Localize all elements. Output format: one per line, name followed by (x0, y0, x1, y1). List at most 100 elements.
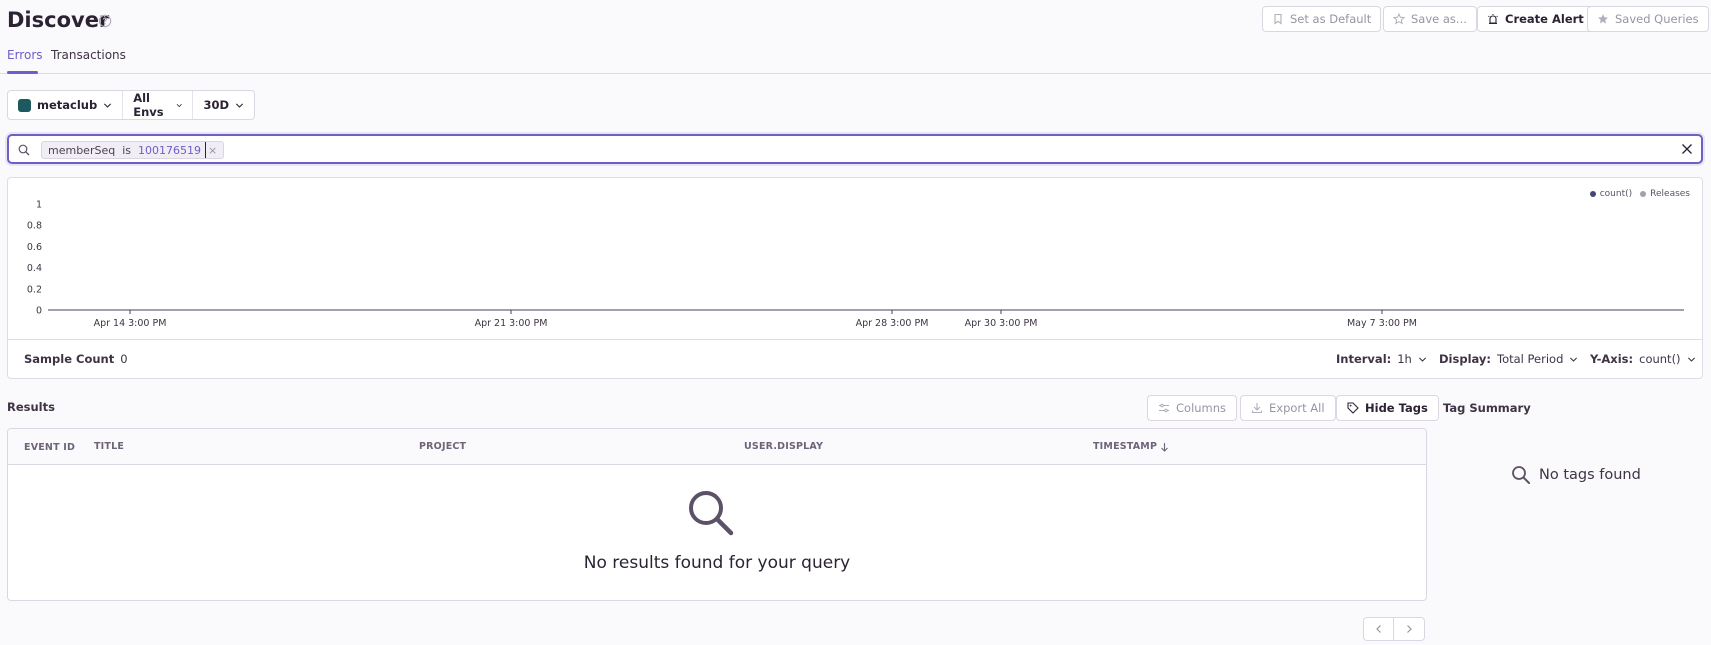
hide-tags-label: Hide Tags (1365, 401, 1428, 415)
x-tick-label: May 7 3:00 PM (1347, 318, 1417, 329)
create-alert-label: Create Alert (1505, 12, 1584, 26)
legend-dot (1640, 191, 1647, 197)
x-tick-label: Apr 21 3:00 PM (475, 318, 548, 329)
search-empty-icon (689, 491, 734, 536)
star-filled-icon (1598, 14, 1608, 24)
columns-button[interactable]: Columns (1147, 395, 1238, 421)
no-tags-message: No tags found (1511, 465, 1641, 485)
y-tick-label: 1 (36, 200, 42, 211)
legend-dot (1589, 191, 1596, 197)
project-selector[interactable]: metaclub (8, 91, 124, 119)
table-header: EVENT ID TITLE PROJECT USER.DISPLAY TIME… (8, 429, 1426, 465)
y-tick-label: 0 (36, 306, 42, 317)
sample-count-label: Sample Count (24, 352, 115, 366)
period-selector[interactable]: 30D (193, 91, 254, 119)
sample-count: Sample Count 0 (24, 352, 128, 366)
sample-count-value: 0 (120, 352, 128, 366)
token-operator[interactable]: is (122, 144, 131, 157)
chevron-left-icon (1375, 625, 1381, 633)
chevron-down-icon (1418, 356, 1426, 362)
environment-name: All Envs (133, 91, 164, 119)
sliders-icon (1159, 403, 1169, 413)
no-tags-label: No tags found (1539, 467, 1641, 483)
search-icon (18, 144, 30, 156)
x-tick-label: Apr 30 3:00 PM (965, 318, 1038, 329)
legend-label: count() (1599, 189, 1633, 199)
token-value[interactable]: 100176519 (138, 144, 201, 157)
legend-label: Releases (1650, 189, 1690, 199)
saved-queries-button[interactable]: Saved Queries (1587, 6, 1709, 32)
export-all-label: Export All (1269, 401, 1325, 415)
save-as-label: Save as... (1411, 12, 1467, 26)
export-all-button[interactable]: Export All (1240, 395, 1336, 421)
yaxis-value: count() (1639, 352, 1681, 366)
chevron-down-icon (1687, 356, 1695, 362)
column-header-project[interactable]: PROJECT (419, 441, 466, 452)
token-remove-icon[interactable]: × (208, 144, 217, 157)
display-selector[interactable]: Display: Total Period (1439, 352, 1578, 366)
siren-icon (1488, 14, 1498, 25)
save-as-button[interactable]: Save as... (1383, 6, 1477, 32)
chevron-down-icon (176, 103, 182, 107)
events-chart: 1 0.8 0.6 0.4 0.2 0 Apr 14 3:00 PM Apr 21 3:00 … (27, 200, 1684, 329)
interval-value: 1h (1397, 352, 1412, 366)
chart-footer: Sample Count 0 Interval: 1h Display: Tota… (8, 339, 1702, 379)
chart-panel: 1 0.8 0.6 0.4 0.2 0 Apr 14 3:00 PM Apr 21 3:00 … (7, 177, 1703, 379)
column-header-user-display[interactable]: USER.DISPLAY (744, 441, 823, 452)
bookmark-icon (1274, 13, 1282, 25)
next-page-button[interactable] (1394, 617, 1425, 641)
hide-tags-button[interactable]: Hide Tags (1336, 395, 1439, 421)
token-key: memberSeq (48, 143, 116, 157)
sort-descending-icon (1161, 442, 1169, 452)
x-tick-label: Apr 28 3:00 PM (856, 318, 929, 329)
previous-page-button[interactable] (1363, 617, 1394, 641)
text-caret (205, 142, 206, 158)
search-input[interactable]: memberSeq is 100176519 × (7, 134, 1703, 164)
display-value: Total Period (1497, 352, 1564, 366)
results-heading: Results (7, 400, 55, 414)
saved-queries-label: Saved Queries (1615, 12, 1699, 26)
tab-errors[interactable]: Errors (7, 48, 43, 62)
yaxis-selector[interactable]: Y-Axis: count() (1590, 352, 1696, 366)
tag-summary-heading: Tag Summary (1443, 401, 1531, 415)
set-as-default-button[interactable]: Set as Default (1262, 6, 1382, 32)
timestamp-label: TIMESTAMP (1093, 441, 1158, 452)
chevron-down-icon (1570, 356, 1578, 362)
display-label: Display: (1439, 352, 1492, 366)
project-name: metaclub (37, 98, 98, 112)
column-header-event-id[interactable]: EVENT ID (24, 442, 75, 453)
column-header-timestamp[interactable]: TIMESTAMP (1093, 441, 1169, 452)
empty-results-message: No results found for your query (583, 553, 851, 573)
search-token[interactable]: memberSeq is 100176519 × (41, 141, 225, 159)
interval-selector[interactable]: Interval: 1h (1336, 352, 1427, 366)
y-tick-label: 0.8 (27, 221, 42, 232)
project-avatar (18, 98, 31, 112)
interval-label: Interval: (1336, 352, 1392, 366)
period-value: 30D (203, 98, 229, 112)
y-tick-label: 0.6 (27, 242, 42, 253)
legend-item-releases[interactable]: Releases (1640, 189, 1690, 199)
tag-icon (1347, 402, 1359, 414)
environment-selector[interactable]: All Envs (123, 91, 194, 119)
column-header-title[interactable]: TITLE (94, 441, 124, 452)
help-icon[interactable] (98, 14, 112, 28)
page-title: Discover (7, 8, 110, 32)
page-filter-bar: metaclub All Envs 30D (7, 90, 255, 120)
y-tick-label: 0.4 (27, 263, 42, 274)
set-as-default-label: Set as Default (1290, 12, 1372, 26)
columns-label: Columns (1176, 401, 1227, 415)
x-tick-label: Apr 14 3:00 PM (94, 318, 167, 329)
yaxis-label: Y-Axis: (1590, 352, 1634, 366)
active-tab-indicator (7, 71, 38, 74)
search-icon (1512, 466, 1530, 484)
y-tick-label: 0.2 (27, 284, 42, 295)
chart-legend: count() Releases (1589, 189, 1690, 199)
legend-item-count[interactable]: count() (1589, 189, 1633, 199)
chevron-down-icon (235, 102, 244, 108)
download-icon (1251, 403, 1263, 414)
close-icon[interactable] (1681, 143, 1693, 155)
create-alert-button[interactable]: Create Alert (1477, 6, 1594, 32)
tab-transactions[interactable]: Transactions (51, 48, 126, 62)
chevron-down-icon (104, 102, 112, 108)
page-header: Discover Set as Default Save as... Creat… (0, 0, 1711, 74)
